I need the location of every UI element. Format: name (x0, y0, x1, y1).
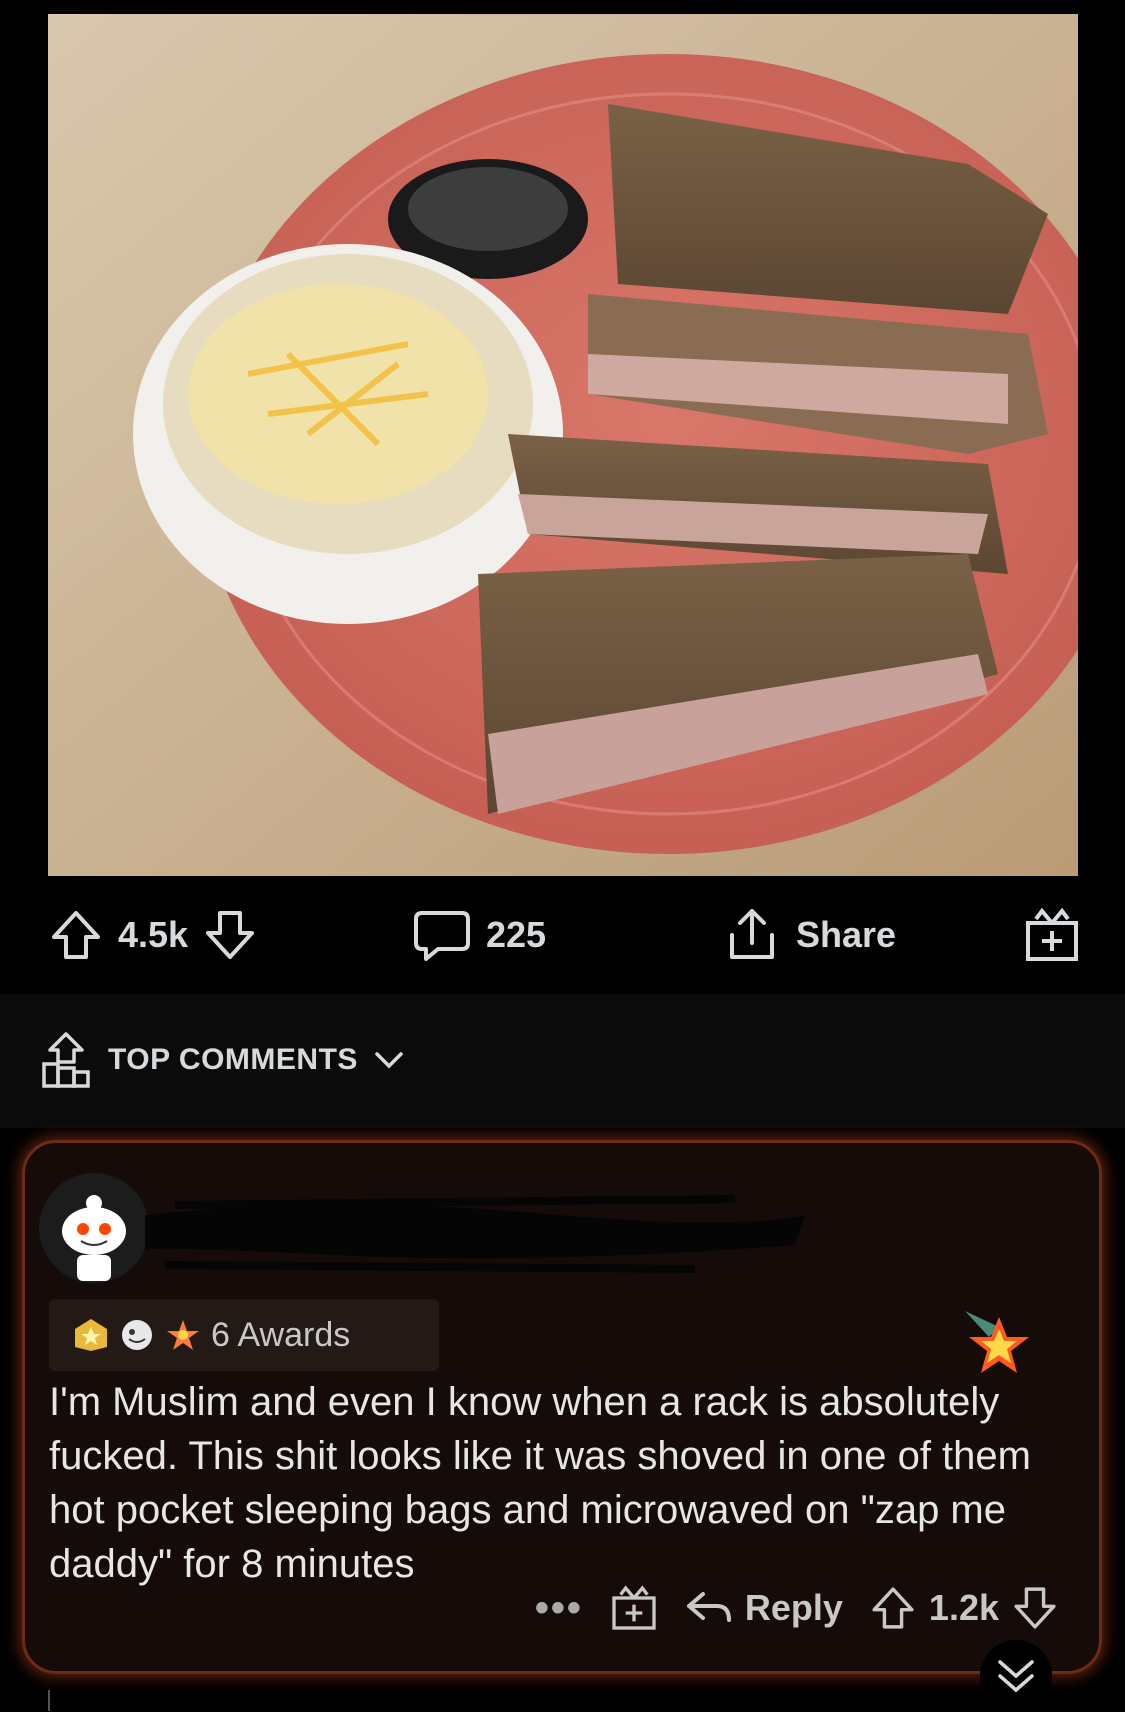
thread-line (48, 1690, 50, 1711)
sort-selector[interactable]: TOP COMMENTS (40, 1030, 404, 1090)
upvote-icon[interactable] (48, 907, 104, 963)
more-icon[interactable]: ••• (535, 1586, 583, 1631)
comment-score: 1.2k (928, 1587, 999, 1628)
collapse-thread-button[interactable] (980, 1640, 1052, 1712)
award-3-icon (167, 1320, 199, 1350)
reply-label: Reply (744, 1587, 843, 1628)
comment-icon (414, 911, 470, 961)
comment-count: 225 (486, 914, 547, 955)
award-1-icon (75, 1319, 107, 1351)
vote-group: 4.5k (48, 876, 258, 994)
award-2-icon (122, 1320, 152, 1350)
chevron-down-icon (375, 1052, 403, 1069)
snoo-avatar-graphic (62, 1195, 126, 1281)
award-icon (1026, 907, 1078, 961)
share-button[interactable]: Share (722, 876, 896, 994)
snoo-avatar[interactable] (39, 1173, 149, 1283)
awards-badge[interactable]: 6 Awards (49, 1299, 439, 1371)
downvote-icon[interactable] (202, 907, 258, 963)
food-photo (48, 14, 1078, 876)
comment-award-icon[interactable] (609, 1583, 659, 1633)
comment-downvote-icon[interactable] (1011, 1584, 1059, 1632)
reply-icon (686, 1592, 731, 1622)
trophy-icon (42, 1032, 90, 1088)
comments-button[interactable]: 225 (412, 876, 546, 994)
reply-button[interactable]: Reply (685, 1587, 843, 1629)
share-label: Share (796, 914, 897, 955)
star-award-icon (965, 1311, 1029, 1373)
comment-vote-group: 1.2k (869, 1584, 1059, 1632)
post-image[interactable] (48, 14, 1078, 876)
redacted-username (144, 1195, 805, 1273)
comment-body: I'm Muslim and even I know when a rack i… (49, 1380, 1031, 1586)
comment-upvote-icon[interactable] (869, 1584, 917, 1632)
post-action-bar: 4.5k 225 Share (0, 876, 1125, 994)
upvote-count: 4.5k (118, 914, 189, 955)
comment-toolbar: ••• Reply 1.2k (535, 1583, 1059, 1633)
sort-label: TOP COMMENTS (108, 1043, 358, 1076)
comment-card[interactable]: 6 Awards I'm Muslim and even I know when… (22, 1140, 1102, 1674)
double-chevron-down-icon (998, 1660, 1034, 1693)
share-icon (730, 909, 774, 959)
award-button[interactable] (1022, 876, 1082, 994)
awards-label: 6 Awards (211, 1315, 351, 1354)
